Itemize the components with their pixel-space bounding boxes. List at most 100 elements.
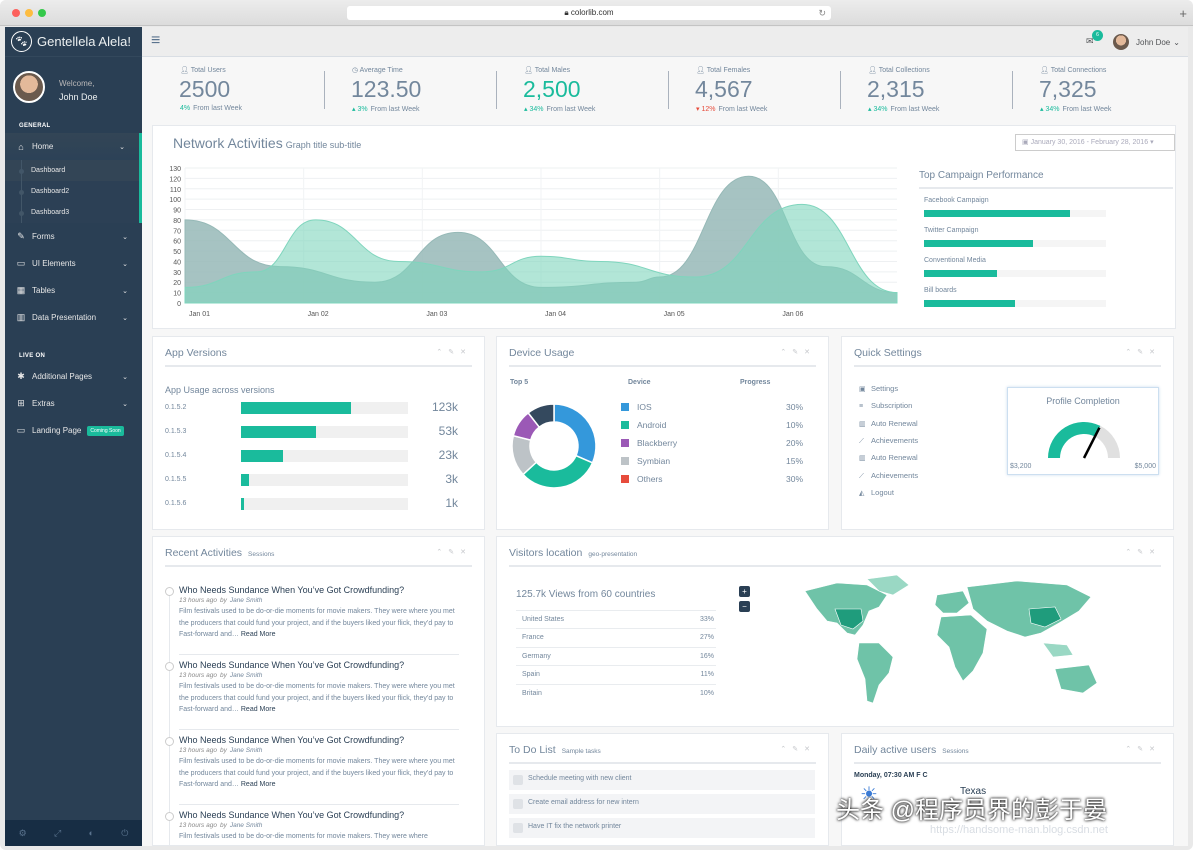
quick-setting-item[interactable]: ⟋ Achievements (859, 471, 1009, 488)
campaign-progress-bar (924, 210, 1106, 217)
campaign-row: Twitter Campaign (919, 219, 1173, 249)
read-more-link[interactable]: Read More (241, 706, 276, 713)
sidebar-item-additional-pages[interactable]: ✱ Additional Pages ⌄ (5, 363, 142, 390)
activity-item: Who Needs Sundance When You’ve Got Crowd… (179, 660, 459, 716)
activity-meta: 13 hours ago by Jane Smith (179, 672, 459, 679)
sidebar-item-ui-elements[interactable]: ▭ UI Elements ⌄ (5, 250, 142, 277)
profile-gauge (1048, 422, 1120, 459)
quick-setting-item[interactable]: ▣ Settings (859, 384, 1009, 401)
todo-checkbox[interactable] (513, 823, 523, 833)
version-bar-fill (241, 450, 283, 462)
donut-slice (553, 403, 597, 464)
tile-value: 2500 (179, 76, 231, 102)
country-pct: 11% (700, 671, 715, 679)
todo-checkbox[interactable] (513, 775, 523, 785)
top-nav: ≡ ✉ 6 John Doe ⌄ (142, 27, 1188, 57)
panel-tools[interactable]: ⌃✎✕ (436, 548, 472, 556)
quick-setting-item[interactable]: ◭ Logout (859, 488, 1009, 505)
sidebar-subitem-dashboard[interactable]: Dashboard (5, 160, 139, 181)
quick-setting-item[interactable]: ⟋ Achievements (859, 436, 1009, 453)
version-label: 0.1.5.6 (165, 500, 187, 507)
power-icon[interactable]: ⏻ (121, 828, 128, 839)
brand-logo[interactable]: 🐾︎ Gentellela Alela! (5, 27, 142, 57)
tile-change-pct: 12% (701, 106, 716, 113)
activity-title-link[interactable]: Who Needs Sundance When You’ve Got Crowd… (179, 660, 459, 670)
activity-author[interactable]: Jane Smith (230, 747, 263, 754)
reload-icon[interactable]: ↻ (818, 6, 826, 20)
tile-divider (324, 71, 325, 109)
col-progress: Progress (740, 379, 771, 386)
views-summary: 125.7k Views from 60 countries (516, 589, 656, 600)
new-tab-icon[interactable]: + (1179, 6, 1187, 21)
version-bar-fill (241, 402, 352, 414)
version-row: 0.1.5.4 23k (165, 448, 470, 473)
country-pct: 27% (699, 634, 714, 642)
tile-divider (496, 71, 497, 109)
sidebar-item-extras[interactable]: ⊞ Extras ⌄ (5, 390, 142, 417)
map-zoom-in-button[interactable]: + (739, 586, 750, 597)
device-usage-panel: Device Usage ⌃✎✕ Top 5 Device Progress IO… (496, 336, 829, 530)
panel-tools[interactable]: ⌃✎✕ (780, 745, 816, 753)
version-bar-fill (241, 474, 250, 486)
activity-author[interactable]: Jane Smith (230, 672, 263, 679)
map-zoom-out-button[interactable]: − (739, 601, 750, 612)
todo-checkbox[interactable] (513, 799, 523, 809)
tile-change-pct: 3% (357, 106, 368, 113)
world-map (804, 574, 1098, 704)
eye-slash-icon[interactable]: ◐ (88, 828, 93, 838)
activity-author[interactable]: Jane Smith (230, 822, 263, 829)
quick-setting-item[interactable]: ▥ Auto Renewal (859, 419, 1009, 436)
settings-icon[interactable]: ⚙ (19, 828, 27, 839)
sidebar-subitem-dashboard3[interactable]: Dashboard3 (5, 202, 139, 223)
daily-title: Daily active users (854, 744, 937, 756)
activity-excerpt: Film festivals used to be do-or-die mome… (179, 756, 459, 791)
sidebar-item-home[interactable]: ⌂ Home ⌄ (5, 133, 142, 160)
activity-title-link[interactable]: Who Needs Sundance When You’ve Got Crowd… (179, 735, 459, 745)
date-range-picker[interactable]: ▣ January 30, 2016 - February 28, 2016 ▾ (1015, 134, 1175, 151)
activity-by: by (219, 597, 227, 604)
panel-tools[interactable]: ⌃✎✕ (436, 348, 472, 356)
legend-square-icon (621, 439, 629, 447)
menu-toggle-icon[interactable]: ≡ (151, 33, 160, 49)
chevron-down-icon: ⌄ (122, 233, 128, 241)
activity-title-link[interactable]: Who Needs Sundance When You’ve Got Crowd… (179, 810, 459, 820)
sidebar-item-landing-page[interactable]: ▭ Landing Page Coming Soon (5, 417, 142, 444)
country-row: Spain 11% (516, 665, 716, 683)
mail-count-badge: 6 (1092, 30, 1103, 41)
panel-tools[interactable]: ⌃✎✕ (1125, 548, 1161, 556)
chevron-down-icon: ⌄ (119, 143, 125, 151)
todo-item: Schedule meeting with new client (509, 770, 815, 790)
tile-label: ◷ Average Time (352, 66, 403, 74)
line-chart-icon: ⟋ (859, 472, 864, 480)
zoom-window-button[interactable] (38, 9, 46, 17)
activity-meta: 13 hours ago by Jane Smith (179, 822, 459, 829)
sidebar-subitem-dashboard2[interactable]: Dashboard2 (5, 181, 139, 202)
close-window-button[interactable] (12, 9, 20, 17)
sidebar-item-tables[interactable]: ▦ Tables ⌄ (5, 277, 142, 304)
panel-tools[interactable]: ⌃✎✕ (1125, 745, 1161, 753)
address-bar[interactable]: 🔒︎ colorlib.com ↻ (347, 6, 831, 20)
quick-setting-item[interactable]: ≡ Subscription (859, 401, 1009, 418)
mail-button[interactable]: ✉ 6 (1086, 30, 1103, 47)
panel-tools[interactable]: ⌃✎✕ (780, 348, 816, 356)
col-top5: Top 5 (510, 379, 529, 386)
user-menu[interactable]: John Doe ⌄ (1113, 34, 1180, 50)
fullscreen-icon[interactable]: ⤢ (54, 828, 61, 839)
campaign-progress-bar (924, 270, 1106, 277)
read-more-link[interactable]: Read More (241, 631, 276, 638)
panel-tools[interactable]: ⌃✎✕ (1125, 348, 1161, 356)
minimize-window-button[interactable] (25, 9, 33, 17)
device-name: Blackberry (637, 438, 678, 448)
sidebar-subitem-label: Dashboard (31, 167, 66, 174)
browser-window: 🔒︎ colorlib.com ↻ + 🐾︎ Gentellela Alela! … (0, 0, 1193, 850)
sidebar-item-data-presentation[interactable]: ▥ Data Presentation ⌄ (5, 304, 142, 331)
stat-tiles: 👤︎ Total Users 2500 4% From last Week ◷ Aver… (152, 63, 1172, 120)
quick-setting-item[interactable]: ▥ Auto Renewal (859, 453, 1009, 470)
device-row: Others 30% (621, 473, 803, 491)
read-more-link[interactable]: Read More (241, 781, 276, 788)
tile-change-pct: 4% (180, 105, 191, 112)
edit-icon: ✎ (17, 231, 25, 241)
activity-author[interactable]: Jane Smith (230, 597, 263, 604)
sidebar-item-forms[interactable]: ✎ Forms ⌄ (5, 223, 142, 250)
activity-title-link[interactable]: Who Needs Sundance When You’ve Got Crowd… (179, 585, 459, 595)
